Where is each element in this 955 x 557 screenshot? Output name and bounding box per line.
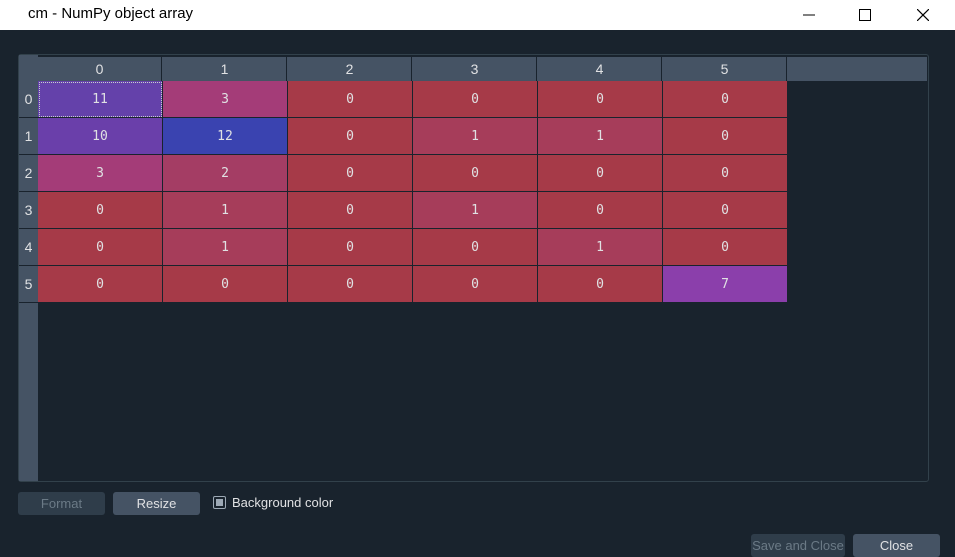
row-header[interactable]: 1 [19, 118, 38, 155]
column-header[interactable]: 2 [288, 57, 412, 81]
table-cell[interactable]: 10 [38, 118, 163, 155]
column-header[interactable]: 4 [538, 57, 662, 81]
column-header[interactable]: 3 [413, 57, 537, 81]
table-cell[interactable]: 0 [538, 81, 663, 118]
table-cell[interactable]: 1 [538, 229, 663, 266]
table-cell[interactable]: 0 [663, 229, 788, 266]
table-cell[interactable]: 0 [163, 266, 288, 303]
table-cell[interactable]: 0 [663, 118, 788, 155]
save-and-close-button[interactable]: Save and Close [751, 534, 845, 557]
table-cell[interactable]: 3 [163, 81, 288, 118]
checkbox-checked-mark [216, 499, 223, 506]
row-header[interactable]: 0 [19, 81, 38, 118]
table-cell[interactable]: 0 [288, 81, 413, 118]
table-cell[interactable]: 0 [38, 229, 163, 266]
table-cell[interactable]: 0 [288, 118, 413, 155]
window-title: cm - NumPy object array [28, 5, 194, 22]
table-cell[interactable]: 0 [38, 192, 163, 229]
table-cell[interactable]: 7 [663, 266, 788, 303]
table-cell[interactable]: 1 [163, 192, 288, 229]
format-button[interactable]: Format [18, 492, 105, 515]
maximize-button[interactable] [842, 0, 888, 30]
table-cell[interactable]: 0 [538, 155, 663, 192]
table-cell[interactable]: 0 [38, 266, 163, 303]
column-header[interactable]: 0 [38, 57, 162, 81]
title-bar: cm - NumPy object array [0, 0, 955, 30]
table-cell[interactable]: 1 [538, 118, 663, 155]
table-cell[interactable]: 2 [163, 155, 288, 192]
table-cell[interactable]: 0 [663, 81, 788, 118]
minimize-icon [803, 14, 815, 16]
minimize-button[interactable] [786, 0, 832, 30]
column-header[interactable]: 5 [663, 57, 787, 81]
row-header[interactable]: 4 [19, 229, 38, 266]
table-cell[interactable]: 0 [288, 192, 413, 229]
table-cell[interactable]: 12 [163, 118, 288, 155]
table-cell[interactable]: 0 [413, 81, 538, 118]
row-header[interactable]: 5 [19, 266, 38, 303]
table-cell[interactable]: 1 [163, 229, 288, 266]
close-window-button[interactable] [900, 0, 946, 30]
row-header[interactable]: 3 [19, 192, 38, 229]
table-cell[interactable]: 0 [663, 192, 788, 229]
column-header[interactable]: 1 [163, 57, 287, 81]
table-cell[interactable]: 3 [38, 155, 163, 192]
table-cell[interactable]: 0 [288, 155, 413, 192]
close-icon [917, 9, 929, 21]
row-header[interactable]: 2 [19, 155, 38, 192]
table-cell[interactable]: 1 [413, 118, 538, 155]
close-button[interactable]: Close [853, 534, 940, 557]
table-cell[interactable]: 0 [663, 155, 788, 192]
background-color-checkbox[interactable] [213, 496, 226, 509]
background-color-label: Background color [232, 495, 334, 510]
table-cell[interactable]: 11 [38, 81, 163, 118]
table-cell[interactable]: 1 [413, 192, 538, 229]
maximize-icon [859, 9, 871, 21]
table-cell[interactable]: 0 [413, 155, 538, 192]
table-cell[interactable]: 0 [413, 266, 538, 303]
table-cell[interactable]: 0 [538, 192, 663, 229]
table-cell[interactable]: 0 [288, 266, 413, 303]
resize-button[interactable]: Resize [113, 492, 200, 515]
table-cell[interactable]: 0 [288, 229, 413, 266]
table-corner [19, 55, 38, 81]
table-cell[interactable]: 0 [413, 229, 538, 266]
table-cell[interactable]: 0 [538, 266, 663, 303]
